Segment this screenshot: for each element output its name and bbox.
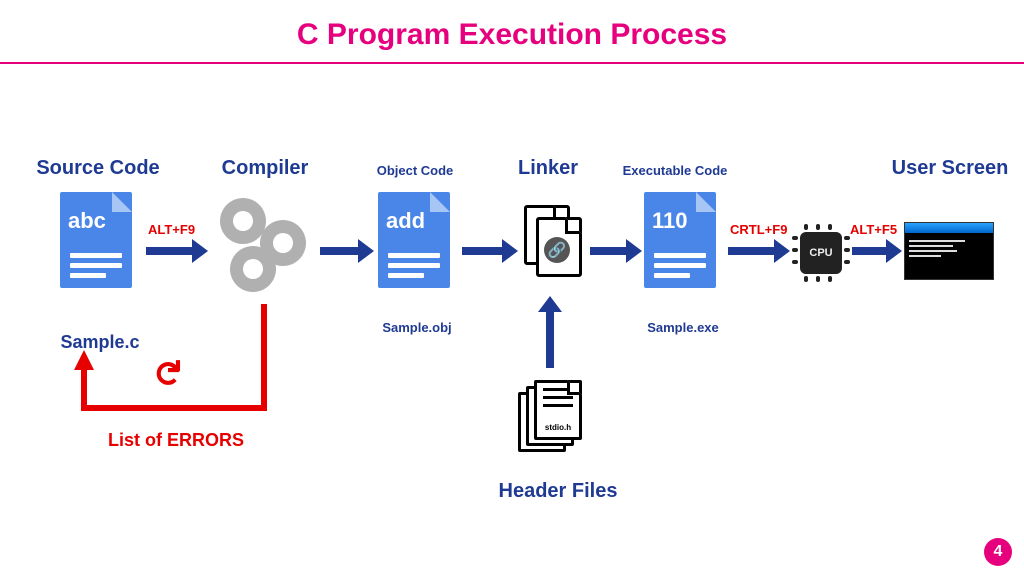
- linker-icon: 🔗: [520, 205, 590, 285]
- terminal-icon: [904, 222, 994, 280]
- object-file-text: add: [386, 208, 425, 234]
- label-header-files: Header Files: [478, 480, 638, 503]
- shortcut-output: ALT+F5: [850, 222, 897, 237]
- label-object: Object Code: [360, 163, 470, 178]
- exe-file-text: 110: [652, 208, 688, 234]
- arrow-source-to-compiler: [146, 247, 194, 255]
- label-source: Source Code: [28, 157, 168, 180]
- cycle-icon: ↻: [146, 358, 188, 388]
- arrow-linker-to-exe: [590, 247, 628, 255]
- diagram-canvas: Source Code Compiler Object Code Linker …: [0, 0, 1024, 576]
- source-file-text: abc: [68, 208, 106, 234]
- exe-file-icon: 110: [644, 192, 716, 288]
- source-file-icon: abc: [60, 192, 132, 288]
- arrow-compiler-to-object: [320, 247, 360, 255]
- label-errors: List of ERRORS: [108, 430, 244, 451]
- shortcut-compile: ALT+F9: [148, 222, 195, 237]
- label-compiler: Compiler: [210, 157, 320, 180]
- arrow-object-to-linker: [462, 247, 504, 255]
- label-exe: Executable Code: [610, 163, 740, 178]
- label-linker: Linker: [498, 157, 598, 180]
- header-file-example: stdio.h: [537, 423, 579, 432]
- page-number-badge: 4: [984, 538, 1012, 566]
- shortcut-run: CRTL+F9: [730, 222, 787, 237]
- arrow-headers-to-linker: [546, 310, 554, 368]
- compiler-gears-icon: [216, 198, 316, 298]
- arrow-cpu-to-screen: [852, 247, 888, 255]
- object-filename: Sample.obj: [362, 320, 472, 335]
- exe-filename: Sample.exe: [628, 320, 738, 335]
- header-files-icon: stdio.h: [518, 380, 588, 460]
- object-file-icon: add: [378, 192, 450, 288]
- arrow-exe-to-cpu: [728, 247, 776, 255]
- cpu-icon: CPU: [800, 232, 842, 274]
- label-screen: User Screen: [880, 157, 1020, 180]
- link-glyph-icon: 🔗: [544, 237, 570, 263]
- source-filename: Sample.c: [40, 332, 160, 353]
